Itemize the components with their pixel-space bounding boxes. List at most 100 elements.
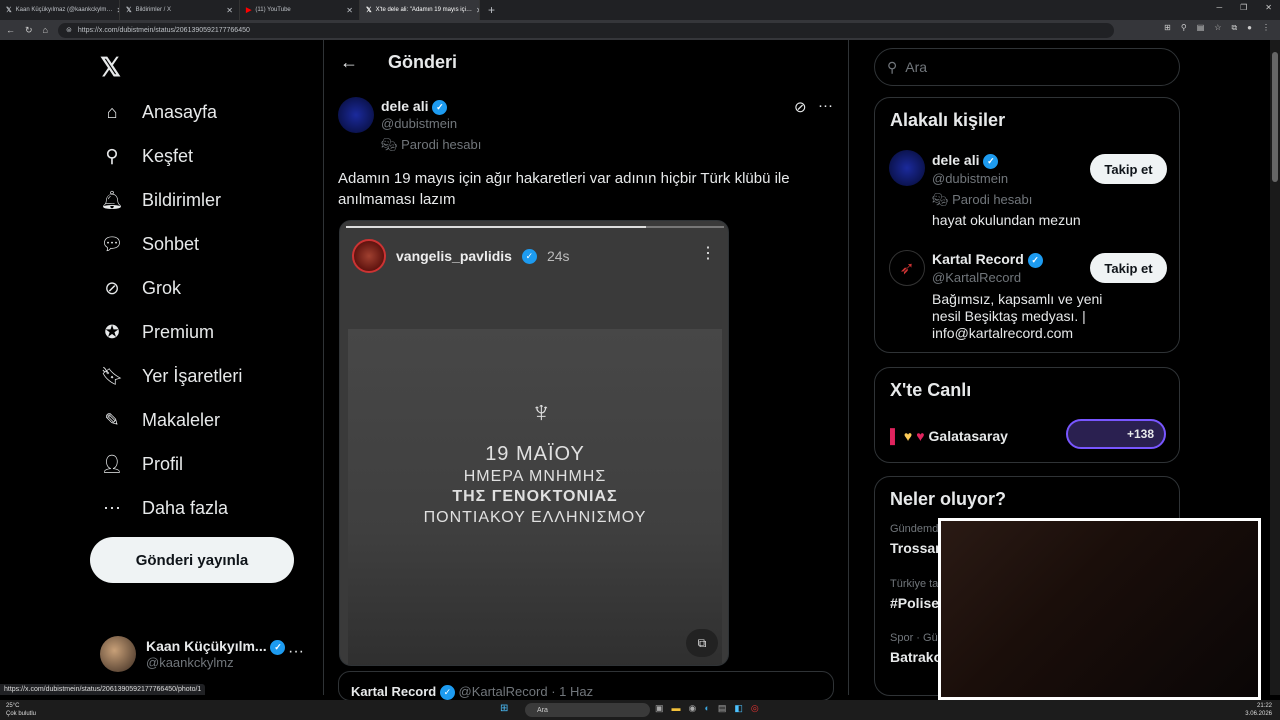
close-icon[interactable]: ✕ — [226, 6, 233, 15]
story-username: vangelis_pavlidis — [396, 248, 512, 264]
menu-icon[interactable]: ⋮ — [1262, 23, 1270, 33]
browser-tab[interactable]: 𝕏 Bildirimler / X ✕ — [120, 0, 240, 20]
youtube-icon: ▶ — [246, 7, 252, 14]
nav-item-premium[interactable]: ✪ Premium — [100, 320, 214, 344]
close-window-icon[interactable]: ✕ — [1265, 3, 1272, 12]
nav-item-bookmarks[interactable]: 🔖︎ Yer İşaretleri — [100, 364, 243, 388]
star-icon[interactable]: ☆ — [1214, 23, 1221, 33]
app-icon[interactable]: ▤ — [718, 703, 727, 714]
post-author-avatar[interactable] — [338, 97, 374, 133]
more-circle-icon: ⋯ — [103, 497, 121, 518]
post-media[interactable]: vangelis_pavlidis ✓ 24s ⋮ ♆ 19 ΜΑΪΟΥ ΗΜΕ… — [339, 220, 729, 666]
avatar — [100, 636, 136, 672]
nav-item-chat[interactable]: 💬︎ Sohbet — [100, 232, 200, 256]
install-icon[interactable]: ⊞ — [1164, 23, 1171, 33]
story-line: ΤΗΣ ΓΕΝΟΚΤΟΝΙΑΣ — [452, 488, 618, 505]
nav-item-grok[interactable]: ⊘ Grok — [100, 276, 181, 300]
zoom-icon[interactable]: ⚲ — [1181, 23, 1187, 33]
account-switcher[interactable]: Kaan Küçükyılm... ✓ @kaankckylmz — [100, 636, 286, 672]
verified-icon: ✓ — [1027, 252, 1043, 268]
profile-icon: 👤︎ — [100, 453, 124, 474]
x-icon: 𝕏 — [366, 7, 372, 14]
browser-toolbar: ⊞ ⚲ ▤ ☆ ⧉ ● ⋮ — [1164, 23, 1270, 33]
nav-item-explore[interactable]: ⚲ Keşfet — [100, 144, 193, 168]
x-logo[interactable]: 𝕏 — [100, 52, 121, 83]
search-icon: ⚲ — [887, 58, 898, 75]
post-more-icon[interactable]: ··· — [818, 97, 833, 114]
related-bio: hayat okulundan mezun — [932, 212, 1081, 228]
follow-button[interactable]: Takip et — [1090, 154, 1167, 184]
follow-button[interactable]: Takip et — [1090, 253, 1167, 283]
quoted-post[interactable]: Kartal Record ✓ @KartalRecord · 1 Haz — [338, 671, 834, 701]
account-more-icon[interactable]: ··· — [288, 643, 304, 661]
home-icon[interactable]: ⌂ — [43, 25, 48, 35]
explorer-icon[interactable]: ▬ — [672, 703, 681, 714]
red-heart-icon: ♥ — [916, 428, 925, 444]
verified-icon: ✓ — [432, 99, 448, 115]
avatar[interactable] — [889, 150, 925, 186]
related-name[interactable]: dele ali — [932, 152, 979, 168]
back-nav-icon[interactable]: ← — [6, 25, 15, 35]
close-icon[interactable]: ✕ — [476, 6, 479, 15]
browser-tab[interactable]: ▶ (11) YouTube ✕ — [240, 0, 360, 20]
quoted-author: Kartal Record — [351, 684, 437, 699]
app-icon[interactable]: ◉ — [689, 703, 697, 714]
flag-icon: ▌ — [890, 428, 900, 444]
trends-title: Neler oluyor? — [890, 489, 1007, 509]
scrollbar-thumb[interactable] — [1272, 52, 1278, 182]
media-alt-icon[interactable]: ⧉ — [686, 629, 718, 657]
browser-tab-active[interactable]: 𝕏X'te dele ali: "Adamın 19 mayıs içi…✕ — [360, 0, 480, 20]
live-item[interactable]: ▌ ♥ ♥ Galatasaray — [890, 428, 1008, 444]
quoted-date: · 1 Haz — [551, 684, 594, 699]
bell-icon: 🔔︎ — [100, 189, 124, 210]
status-link-preview: https://x.com/dubistmein/status/20613905… — [0, 684, 206, 695]
task-view-icon[interactable]: ▣ — [655, 703, 664, 714]
page-scrollbar[interactable] — [1270, 40, 1280, 695]
x-icon: 𝕏 — [6, 7, 12, 14]
live-card: X'te Canlı ▌ ♥ ♥ Galatasaray +138 — [874, 367, 1180, 463]
grok-icon[interactable]: ⊘ — [794, 98, 807, 116]
reload-icon[interactable]: ↻ — [25, 25, 33, 36]
url-field[interactable]: ⊜ https://x.com/dubistmein/status/206139… — [57, 22, 1114, 38]
post-author-name[interactable]: dele ali — [381, 98, 428, 114]
reader-icon[interactable]: ▤ — [1197, 23, 1205, 33]
post-button[interactable]: Gönderi yayınla — [90, 537, 294, 583]
story-more-icon: ⋮ — [700, 245, 716, 262]
weather-widget[interactable]: 25°C Çok bulutlu — [6, 702, 36, 718]
close-icon[interactable]: ✕ — [346, 6, 353, 15]
nav-item-notifications[interactable]: 🔔︎ Bildirimler — [100, 188, 221, 212]
nav-item-home[interactable]: ⌂ Anasayfa — [100, 100, 218, 124]
browser-tab[interactable]: 𝕏Kaan Küçükyılmaz (@kaankckylm…✕ — [0, 0, 120, 20]
minimize-icon[interactable]: ─ — [1216, 3, 1222, 12]
app-icon[interactable]: ◧ — [734, 703, 743, 714]
taskbar-apps: ▣ ▬ ◉ ◐ ▤ ◧ ◎ — [655, 703, 759, 714]
site-info-icon[interactable]: ⊜ — [66, 26, 72, 34]
main-column: ← Gönderi dele ali ✓ @dubistmein 🎭︎ Paro… — [323, 40, 849, 701]
edge-icon[interactable]: ◐ — [704, 703, 709, 714]
start-icon[interactable]: ⊞ — [500, 703, 508, 714]
nav-item-articles[interactable]: ✎ Makaleler — [100, 408, 220, 432]
eagle-emblem-icon: ♆ — [530, 396, 553, 429]
related-name[interactable]: Kartal Record — [932, 251, 1024, 267]
profile-icon[interactable]: ● — [1247, 23, 1252, 33]
nav-item-profile[interactable]: 👤︎ Profil — [100, 452, 183, 476]
kartal-logo-icon[interactable]: ➶ — [889, 250, 925, 286]
parody-icon: 🎭︎ — [381, 137, 398, 152]
post-text: Adamın 19 mayıs için ağır hakaretleri va… — [338, 170, 790, 208]
new-tab-button[interactable]: + — [488, 3, 495, 17]
story-avatar — [352, 239, 386, 273]
nav-item-more[interactable]: ⋯ Daha fazla — [100, 496, 228, 520]
live-listeners[interactable]: +138 — [1066, 419, 1166, 449]
app-icon[interactable]: ◎ — [751, 703, 759, 714]
parody-label: Parodi hesabı — [401, 137, 482, 152]
taskbar-search[interactable]: Ara — [525, 703, 650, 717]
extensions-icon[interactable]: ⧉ — [1231, 23, 1237, 33]
trend-name[interactable]: #Polise — [890, 595, 939, 611]
story-line: ΠΟΝΤΙΑΚΟΥ ΕΛΛΗΝΙΣΜΟΥ — [423, 509, 647, 526]
restore-icon[interactable]: ❐ — [1240, 3, 1247, 12]
search-input[interactable]: ⚲ Ara — [874, 48, 1180, 86]
system-tray[interactable]: 21:22 3.06.2026 — [1245, 702, 1272, 718]
post-author-handle[interactable]: @dubistmein — [381, 116, 457, 131]
back-arrow-icon[interactable]: ← — [340, 52, 358, 73]
trend-name[interactable]: Batrako — [890, 649, 942, 665]
